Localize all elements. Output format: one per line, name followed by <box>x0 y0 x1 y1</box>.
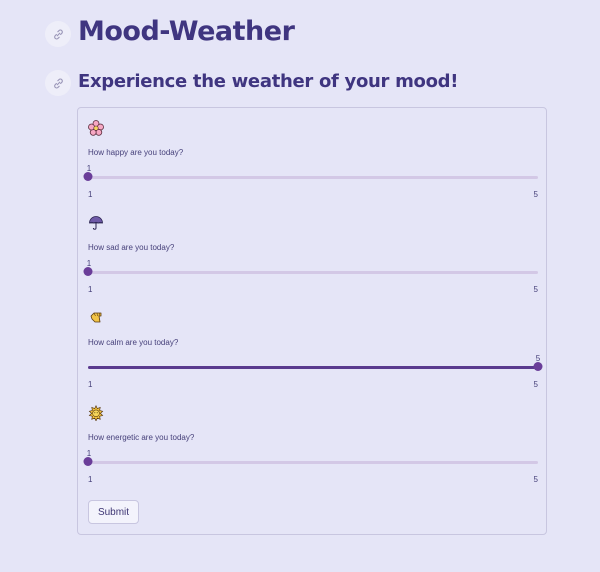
page-title: Mood-Weather <box>78 16 295 47</box>
sad-slider-block: How sad are you today? 1 1 5 <box>83 215 538 295</box>
slider-min-label: 1 <box>88 475 93 484</box>
app-page: Mood-Weather Experience the weather of y… <box>0 0 600 572</box>
slider-label: How sad are you today? <box>88 243 175 252</box>
slider-fill <box>88 366 538 369</box>
link-icon[interactable] <box>45 21 71 47</box>
sun-icon <box>88 405 104 421</box>
slider-label: How calm are you today? <box>88 338 179 347</box>
cherry-blossom-icon <box>88 120 104 136</box>
slider-track[interactable] <box>88 366 538 369</box>
mood-form: How happy are you today? 1 1 5 How sad a… <box>77 107 547 535</box>
umbrella-icon <box>89 216 103 230</box>
slider-label: How energetic are you today? <box>88 433 195 442</box>
submit-button[interactable]: Submit <box>88 500 139 524</box>
link-icon[interactable] <box>45 70 71 96</box>
slider-thumb[interactable] <box>83 267 93 276</box>
link-icon-glyph <box>53 78 63 88</box>
slider-track[interactable] <box>88 271 538 274</box>
slider-min-label: 1 <box>88 285 93 294</box>
page-subtitle: Experience the weather of your mood! <box>78 71 459 92</box>
calm-slider-block: How calm are you today? 5 1 5 <box>88 310 543 390</box>
slider-max-label: 5 <box>533 190 538 199</box>
slider-min-label: 1 <box>88 380 93 389</box>
happy-slider-block: How happy are you today? 1 1 5 <box>83 120 538 200</box>
link-icon-glyph <box>53 29 63 39</box>
slider-thumb[interactable] <box>83 172 93 181</box>
slider-thumb[interactable] <box>83 457 93 466</box>
slider-track[interactable] <box>88 461 538 464</box>
slider-label: How happy are you today? <box>88 148 184 157</box>
hand-icon <box>90 312 102 323</box>
slider-max-label: 5 <box>533 475 538 484</box>
slider-track[interactable] <box>88 176 538 179</box>
slider-max-label: 5 <box>533 285 538 294</box>
slider-min-label: 1 <box>88 190 93 199</box>
slider-max-label: 5 <box>533 380 538 389</box>
energetic-slider-block: How energetic are you today? 1 1 5 <box>83 405 538 485</box>
slider-thumb[interactable] <box>533 362 543 371</box>
